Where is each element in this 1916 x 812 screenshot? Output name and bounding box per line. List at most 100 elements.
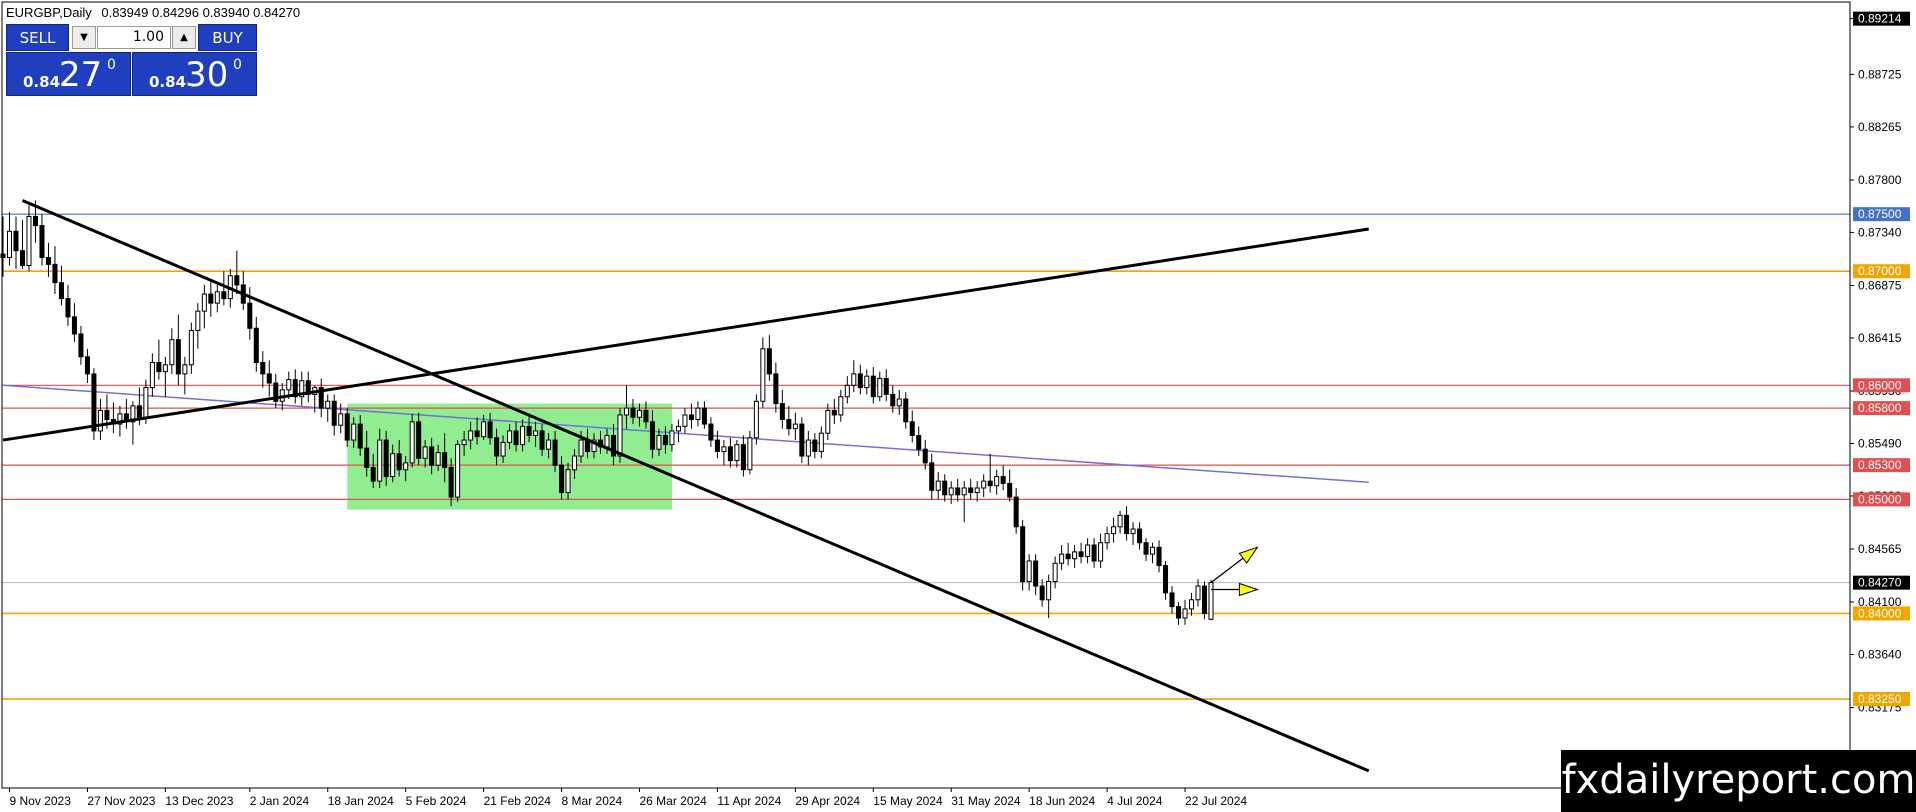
candle-body-bearish — [714, 439, 720, 452]
candle-body-bearish — [39, 225, 45, 259]
level-price-label: 0.87000 — [1858, 264, 1902, 278]
candle-body-bearish — [1163, 565, 1169, 594]
candle-body-bearish — [773, 373, 779, 405]
candle-body-bearish — [922, 448, 928, 464]
candle-body-bearish — [1039, 585, 1045, 601]
y-tick-label: 0.86415 — [1858, 331, 1902, 345]
candle-body-bearish — [513, 430, 519, 446]
buy-price-prefix: 0.84 — [149, 73, 187, 91]
candle-body-bearish — [357, 423, 363, 449]
candle-body-bullish — [390, 453, 396, 478]
x-tick-label: 11 Apr 2024 — [717, 794, 781, 808]
candle-body-bullish — [981, 480, 987, 489]
candle-body-bearish — [987, 480, 993, 487]
candle-body-bearish — [429, 446, 435, 466]
ohlc-readout: 0.83949 0.84296 0.83940 0.84270 — [101, 5, 300, 20]
candle-body-bearish — [494, 437, 500, 457]
candle-body-bullish — [1189, 599, 1195, 610]
candle-body-bearish — [701, 407, 707, 425]
candle-body-bearish — [1137, 528, 1143, 544]
candle-body-bullish — [6, 230, 13, 259]
candle-body-bullish — [617, 414, 623, 457]
candle-body-bearish — [1020, 526, 1026, 583]
candle[interactable] — [1020, 519, 1026, 591]
y-tick-label: 0.87800 — [1858, 173, 1902, 187]
sell-price-fraction: 0 — [107, 57, 116, 73]
lot-size-input[interactable]: 1.00 — [97, 26, 171, 49]
svg-text:EURGBP,Daily 0.83949 0.842: EURGBP,Daily 0.83949 0.84296 0.83940 0.8… — [6, 5, 300, 20]
candle-body-bearish — [649, 421, 655, 450]
candle-body-bearish — [52, 263, 58, 284]
candle-body-bearish — [1124, 514, 1130, 535]
candle-body-bearish — [45, 257, 51, 265]
candle-body-bearish — [929, 462, 935, 491]
candle-body-bearish — [1078, 551, 1084, 557]
y-tick-label: 0.88725 — [1858, 67, 1902, 81]
candle-body-bearish — [1143, 542, 1149, 555]
sell-price-pips: 27 — [59, 55, 103, 95]
candle-body-bullish — [533, 430, 539, 436]
candle-body-bearish — [383, 439, 389, 478]
x-tick-label: 29 Apr 2024 — [795, 794, 860, 808]
candle-body-bullish — [1195, 585, 1201, 601]
candle-body-bullish — [838, 396, 844, 416]
candle-body-bullish — [1111, 526, 1117, 535]
candle-body-bullish — [1072, 551, 1078, 560]
candle-body-bullish — [1046, 581, 1052, 601]
candle[interactable] — [753, 394, 759, 445]
x-tick-label: 21 Feb 2024 — [484, 794, 552, 808]
candle-body-bearish — [779, 403, 785, 421]
candle-body-bullish — [500, 441, 506, 457]
candle-body-bullish — [422, 446, 428, 459]
candle-body-bearish — [870, 375, 876, 398]
candle-body-bullish — [1026, 560, 1032, 583]
candle-body-bearish — [175, 339, 181, 375]
candle-body-bearish — [968, 487, 974, 494]
candle-body-bearish — [909, 421, 915, 436]
candle-body-bearish — [942, 480, 948, 496]
candle-body-bearish — [331, 400, 337, 426]
sell-price-button[interactable]: 0.84 27 0 — [6, 52, 131, 96]
level-price-label: 0.85300 — [1858, 458, 1902, 472]
candle[interactable] — [455, 440, 461, 502]
candle[interactable] — [1208, 579, 1214, 621]
lot-increase-button[interactable]: ▲ — [172, 26, 196, 49]
candle-body-bearish — [58, 282, 64, 300]
candle-body-bullish — [546, 439, 552, 450]
candle-body-bearish — [253, 327, 259, 363]
buy-button[interactable]: BUY — [198, 24, 257, 51]
candle[interactable] — [1201, 581, 1208, 620]
candle-body-bearish — [708, 423, 714, 441]
candle-body-bearish — [883, 377, 889, 395]
candle-body-bearish — [442, 452, 448, 468]
candle[interactable] — [91, 368, 97, 441]
candle-body-bullish — [1059, 553, 1065, 564]
candle[interactable] — [799, 417, 805, 463]
y-tick-label: 0.84565 — [1858, 542, 1902, 556]
x-tick-label: 26 Mar 2024 — [639, 794, 707, 808]
sell-button[interactable]: SELL — [6, 24, 69, 51]
candle-body-bearish — [1007, 482, 1013, 498]
candle-body-bullish — [143, 387, 149, 418]
candle-body-bearish — [19, 250, 25, 267]
candle-body-bullish — [169, 339, 175, 366]
price-chart[interactable]: 0.89214 0.88725 0.88265 0.87800 0.87340 0.868… — [0, 0, 1916, 812]
current-price-label: 0.84270 — [1858, 576, 1902, 590]
candle-body-bearish — [78, 333, 84, 358]
buy-price-button[interactable]: 0.84 30 0 — [132, 52, 257, 96]
candle-body-bullish — [520, 425, 526, 446]
candle-body-bearish — [1013, 496, 1019, 528]
lot-decrease-button[interactable]: ▼ — [72, 26, 96, 49]
candle-body-bearish — [1176, 606, 1182, 619]
candle[interactable] — [747, 430, 753, 475]
x-tick-label: 22 Jul 2024 — [1185, 794, 1247, 808]
x-tick-label: 13 Dec 2023 — [165, 794, 233, 808]
candle-body-bearish — [266, 373, 272, 384]
candle-body-bearish — [1169, 592, 1175, 608]
y-tick-label: 0.88265 — [1858, 120, 1902, 134]
candle-body-bullish — [351, 423, 357, 441]
candle-body-bearish — [1000, 476, 1006, 484]
candle-body-bearish — [260, 361, 266, 375]
candle[interactable] — [409, 413, 415, 468]
candle-body-bearish — [727, 446, 733, 462]
